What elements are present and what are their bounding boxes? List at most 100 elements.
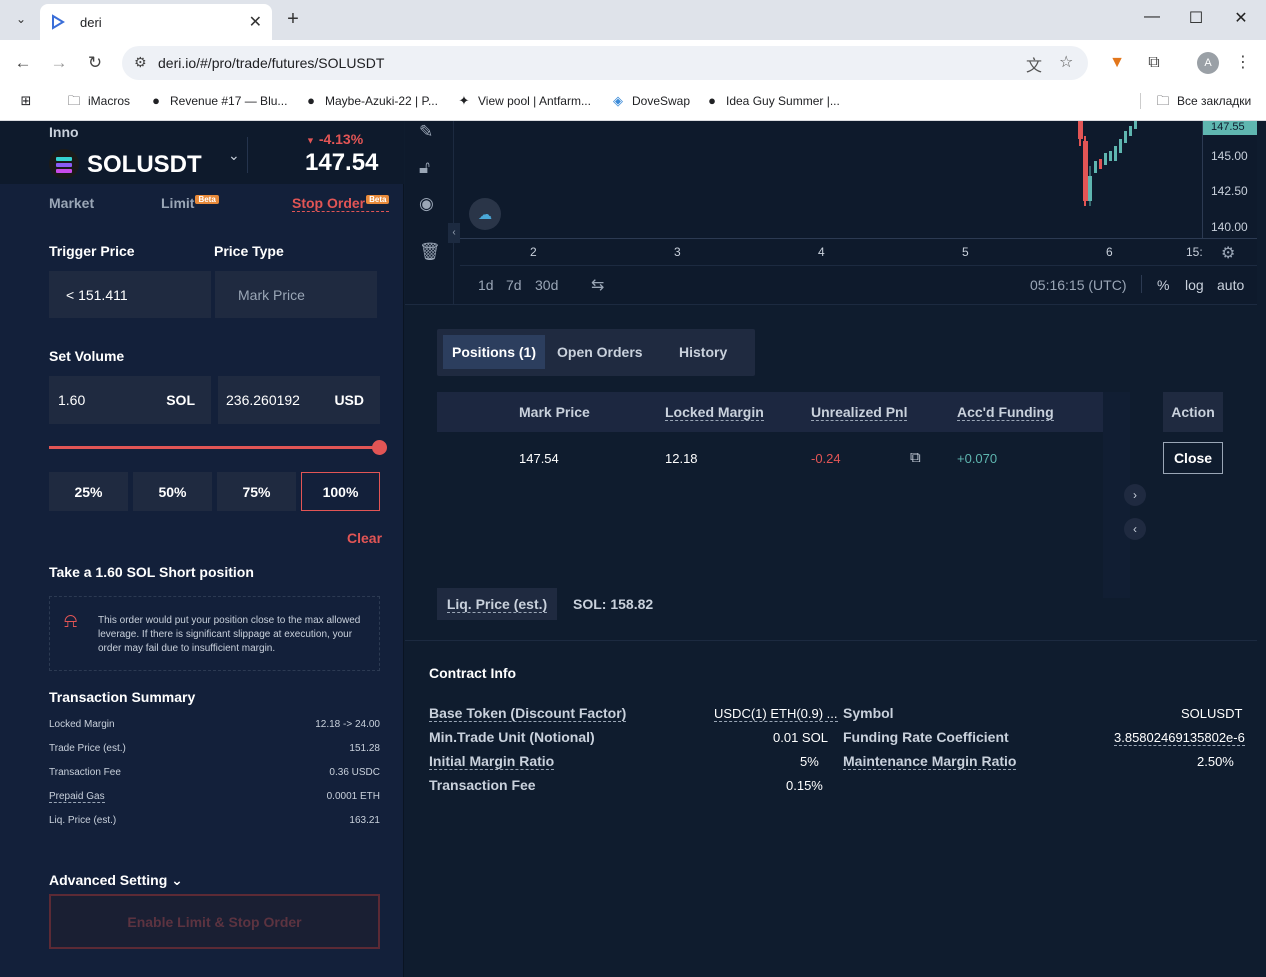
- volume-slider[interactable]: [49, 446, 381, 449]
- candle: [1129, 126, 1132, 136]
- browser-tab[interactable]: deri ✕: [40, 4, 272, 40]
- tab-open-orders[interactable]: Open Orders: [548, 335, 652, 369]
- bookmark-antfarm[interactable]: ✦ View pool | Antfarm...: [456, 93, 591, 109]
- url-text[interactable]: deri.io/#/pro/trade/futures/SOLUSDT: [158, 55, 384, 71]
- close-position-button[interactable]: Close: [1163, 442, 1223, 474]
- eye-icon[interactable]: ◉: [419, 194, 434, 214]
- action-header: Action: [1163, 392, 1223, 432]
- settings-icon[interactable]: ⚙: [1221, 243, 1235, 263]
- candle: [1078, 121, 1083, 139]
- bookmark-doveswap[interactable]: ◈ DoveSwap: [610, 93, 690, 109]
- all-bookmarks[interactable]: 🗀 Все закладки: [1140, 93, 1251, 109]
- external-link-icon[interactable]: ⧉: [910, 449, 921, 466]
- page-scrollbar[interactable]: [1257, 121, 1266, 977]
- contract-info-title: Contract Info: [429, 665, 517, 681]
- translate-icon[interactable]: 文: [1026, 52, 1042, 76]
- menu-icon[interactable]: ⋮: [1231, 51, 1255, 75]
- volume-sol-input[interactable]: 1.60 SOL: [49, 376, 211, 424]
- contract-key: Min.Trade Unit (Notional): [429, 729, 595, 745]
- bookmark-azuki[interactable]: ● Maybe-Azuki-22 | P...: [303, 93, 438, 109]
- auto-scale-button[interactable]: auto: [1217, 277, 1244, 293]
- tab-market[interactable]: Market: [49, 195, 94, 211]
- close-window-icon[interactable]: ✕: [1229, 8, 1253, 28]
- trigger-price-input[interactable]: < 151.411: [49, 271, 211, 318]
- col-locked-margin: Locked Margin: [665, 404, 764, 421]
- percent-100-button[interactable]: 100%: [301, 472, 380, 511]
- last-price-label: 147.55: [1203, 121, 1257, 135]
- tab-stop-order[interactable]: Stop Order Beta: [292, 195, 390, 212]
- date-range-icon[interactable]: ⇆: [591, 275, 604, 295]
- scroll-right-icon[interactable]: ›: [1124, 484, 1146, 506]
- summary-row: Trade Price (est.) 151.28: [49, 743, 380, 754]
- contract-value[interactable]: USDC(1) ETH(0.9) ...: [714, 706, 838, 722]
- new-tab-icon[interactable]: +: [282, 8, 304, 30]
- site-info-icon[interactable]: ⚙: [134, 54, 147, 71]
- apps-icon[interactable]: ⊞: [18, 93, 40, 109]
- bookmark-imacros[interactable]: 🗀 iMacros: [66, 93, 130, 109]
- range-1d-button[interactable]: 1d: [478, 277, 494, 293]
- range-30d-button[interactable]: 30d: [535, 277, 558, 293]
- funding-cell: +0.070: [957, 451, 998, 466]
- symbol-name[interactable]: SOLUSDT: [87, 151, 202, 179]
- percent-50-button[interactable]: 50%: [133, 472, 212, 511]
- trigger-price-label: Trigger Price: [49, 243, 135, 259]
- y-tick: 142.50: [1211, 184, 1248, 198]
- warning-text: This order would put your position close…: [98, 615, 361, 654]
- alarm-icon: ⍾: [64, 610, 78, 632]
- chevron-down-icon[interactable]: ⌄: [228, 147, 240, 164]
- back-icon[interactable]: ←: [11, 51, 35, 75]
- scroll-left-icon[interactable]: ‹: [1124, 518, 1146, 540]
- avatar[interactable]: A: [1197, 52, 1219, 74]
- chevron-down-icon: ⌄: [171, 872, 183, 888]
- position-summary: Take a 1.60 SOL Short position: [49, 564, 254, 580]
- tab-positions[interactable]: Positions (1): [443, 335, 546, 369]
- tab-history[interactable]: History: [670, 335, 736, 369]
- contract-value: 5%: [800, 754, 819, 769]
- minimize-icon[interactable]: —: [1140, 8, 1164, 26]
- liq-price-value: SOL: 158.82: [573, 596, 654, 612]
- bookmarks-bar: ⊞ 🗀 iMacros ● Revenue #17 — Blu... ● Maybe-…: [0, 85, 1266, 121]
- divider: [405, 640, 1257, 641]
- candle: [1099, 159, 1102, 169]
- solana-icon: [49, 149, 79, 179]
- slider-handle[interactable]: [372, 440, 387, 455]
- log-scale-button[interactable]: log: [1185, 277, 1204, 293]
- close-tab-icon[interactable]: ✕: [249, 12, 262, 32]
- percent-75-button[interactable]: 75%: [217, 472, 296, 511]
- forward-icon[interactable]: →: [47, 51, 71, 75]
- reload-icon[interactable]: ↻: [83, 51, 107, 75]
- chart-controls: [460, 265, 1257, 305]
- candle: [1088, 176, 1092, 201]
- extensions-icon[interactable]: ⧉: [1142, 51, 1166, 75]
- address-bar[interactable]: ⚙ deri.io/#/pro/trade/futures/SOLUSDT 文 …: [122, 46, 1088, 80]
- collapse-icon[interactable]: ‹: [448, 223, 460, 243]
- percent-scale-button[interactable]: %: [1157, 277, 1169, 293]
- beta-badge: Beta: [366, 195, 390, 204]
- volume-usd-input[interactable]: 236.260192 USD: [218, 376, 380, 424]
- set-volume-label: Set Volume: [49, 348, 125, 364]
- enable-order-button[interactable]: Enable Limit & Stop Order: [49, 894, 380, 949]
- x-tick: 5: [962, 245, 969, 259]
- liq-price-label: Liq. Price (est.): [437, 588, 557, 620]
- candle: [1109, 151, 1112, 161]
- metamask-icon[interactable]: ▼: [1105, 51, 1129, 75]
- bookmark-revenue[interactable]: ● Revenue #17 — Blu...: [148, 93, 287, 109]
- contract-value: 3.85802469135802e-6: [1114, 730, 1245, 746]
- range-7d-button[interactable]: 7d: [506, 277, 522, 293]
- cloud-icon[interactable]: ☁: [469, 198, 501, 230]
- pencil-lock-icon[interactable]: ✎: [419, 122, 433, 142]
- percent-25-button[interactable]: 25%: [49, 472, 128, 511]
- clear-button[interactable]: Clear: [347, 530, 382, 546]
- maximize-icon[interactable]: ☐: [1184, 8, 1208, 28]
- bookmark-star-icon[interactable]: ☆: [1059, 52, 1073, 72]
- price-type-label: Price Type: [214, 243, 284, 259]
- utc-clock[interactable]: 05:16:15 (UTC): [1030, 277, 1126, 293]
- price-type-select[interactable]: Mark Price: [215, 271, 377, 318]
- trash-icon[interactable]: 🗑︎: [419, 242, 441, 262]
- bookmark-ideaguy[interactable]: ● Idea Guy Summer |...: [704, 93, 840, 109]
- tab-search-icon[interactable]: ⌄: [8, 6, 34, 32]
- advanced-setting-toggle[interactable]: Advanced Setting ⌄: [49, 872, 183, 889]
- tab-limit[interactable]: Limit Beta: [161, 195, 219, 211]
- unlock-icon[interactable]: 🔓︎: [419, 158, 430, 178]
- candle: [1119, 139, 1122, 153]
